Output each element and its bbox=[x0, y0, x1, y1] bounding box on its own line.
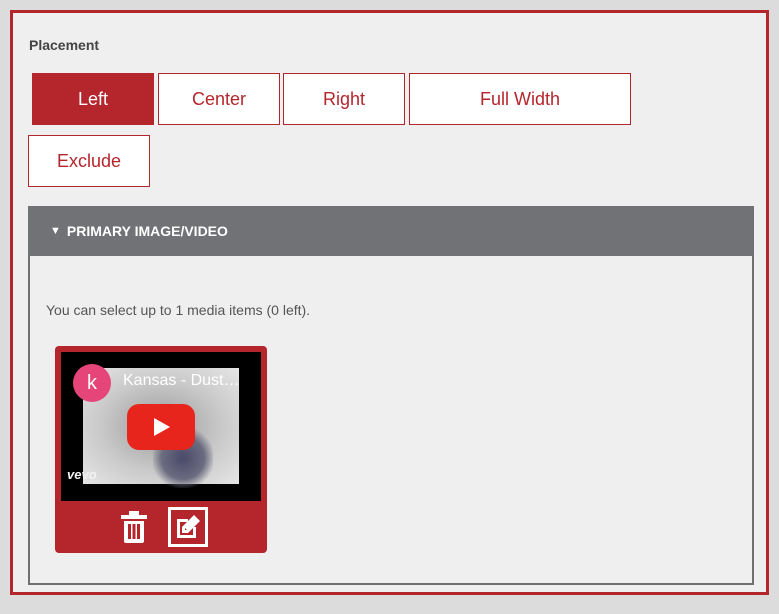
vevo-watermark: vevo bbox=[67, 467, 97, 482]
placement-right-button[interactable]: Right bbox=[283, 73, 405, 125]
video-thumbnail[interactable]: k Kansas - Dust… vevo bbox=[61, 352, 261, 501]
placement-left-button[interactable]: Left bbox=[32, 73, 154, 125]
delete-button[interactable] bbox=[114, 507, 154, 547]
edit-icon bbox=[168, 507, 208, 547]
placement-label: Placement bbox=[29, 37, 100, 53]
edit-button[interactable] bbox=[168, 507, 208, 547]
media-limit-help-text: You can select up to 1 media items (0 le… bbox=[46, 302, 311, 318]
primary-media-header[interactable]: ▼ PRIMARY IMAGE/VIDEO bbox=[28, 206, 754, 256]
channel-avatar: k bbox=[73, 364, 111, 402]
placement-exclude-button[interactable]: Exclude bbox=[28, 135, 150, 187]
caret-down-icon: ▼ bbox=[50, 225, 61, 237]
placement-settings-frame: Placement Left Center Right Full Width E… bbox=[10, 10, 769, 595]
page-bottom-strip bbox=[0, 597, 779, 614]
play-icon[interactable] bbox=[127, 404, 195, 450]
video-title: Kansas - Dust… bbox=[123, 372, 240, 389]
placement-center-button[interactable]: Center bbox=[158, 73, 280, 125]
media-item-card: k Kansas - Dust… vevo bbox=[55, 346, 267, 553]
primary-media-panel: ▼ PRIMARY IMAGE/VIDEO You can select up … bbox=[28, 206, 754, 585]
placement-full-width-button[interactable]: Full Width bbox=[409, 73, 631, 125]
trash-icon bbox=[121, 511, 147, 543]
primary-media-header-label: PRIMARY IMAGE/VIDEO bbox=[66, 223, 228, 239]
media-item-actions bbox=[55, 506, 267, 548]
